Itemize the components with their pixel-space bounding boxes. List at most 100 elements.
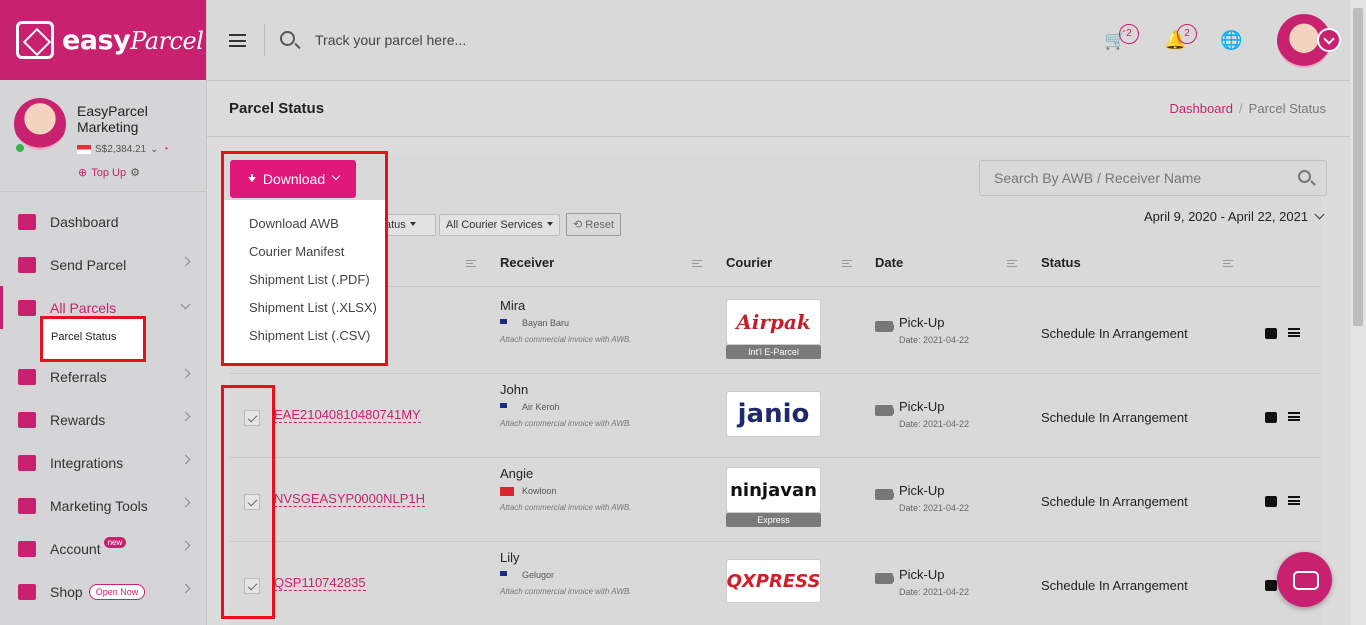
sidebar-item-shop[interactable]: Shop Open Now (0, 570, 207, 613)
menu-icon[interactable] (1288, 328, 1300, 337)
divider (264, 24, 265, 56)
gift-icon (18, 411, 36, 428)
sort-icon[interactable] (692, 260, 702, 267)
breadcrumb-dashboard[interactable]: Dashboard (1169, 101, 1233, 116)
pickup-date: Date: 2021-04-22 (899, 335, 970, 345)
receiver-name: John (500, 382, 529, 397)
sidebar: easyParcel EasyParcel Marketing S$2,384.… (0, 0, 207, 625)
refresh-icon: ⟲ (573, 219, 583, 231)
table-divider (230, 286, 1321, 287)
menu-icon[interactable] (1288, 412, 1300, 421)
receiver-name: Angie (500, 466, 534, 481)
print-icon[interactable] (1265, 412, 1277, 423)
menu-item-courier-manifest[interactable]: Courier Manifest (231, 238, 381, 266)
column-header-date[interactable]: Date (875, 255, 903, 270)
caret-down-icon (409, 222, 416, 226)
chevron-right-icon (180, 454, 191, 465)
chevron-down-icon (180, 299, 191, 310)
menu-icon[interactable] (1288, 496, 1300, 505)
user-icon (18, 540, 36, 557)
chevron-right-icon (180, 256, 191, 267)
chevron-right-icon (180, 583, 191, 594)
sort-icon[interactable] (1223, 260, 1233, 267)
sidebar-item-dashboard[interactable]: Dashboard (0, 200, 207, 243)
top-bar: 🛒 2 🔔 2 🌐 (207, 0, 1350, 81)
awb-link[interactable]: NVSGEASYP0000NLP1H (274, 492, 426, 507)
status-text: Schedule In Arrangement (1041, 326, 1188, 341)
receiver-city: Gelugor (522, 570, 555, 580)
receiver-city: Bayan Baru (522, 318, 570, 328)
receiver-name: Mira (500, 298, 526, 313)
breadcrumb: Dashboard / Parcel Status (1169, 101, 1326, 116)
sidebar-item-marketing-tools[interactable]: Marketing Tools (0, 484, 207, 527)
sidebar-item-rewards[interactable]: Rewards (0, 398, 207, 441)
truck-icon (18, 256, 36, 273)
sidebar-item-integrations[interactable]: Integrations (0, 441, 207, 484)
print-icon[interactable] (1265, 580, 1277, 591)
notification-count-badge: 2 (1177, 24, 1197, 44)
truck-icon (875, 321, 894, 332)
gear-icon[interactable]: ⚙ (130, 166, 140, 179)
track-parcel-input[interactable] (315, 30, 595, 50)
courier-logo-ninjavan: ninjavan (726, 467, 821, 513)
globe-icon[interactable]: 🌐 (1220, 30, 1242, 51)
chat-icon[interactable] (1277, 552, 1332, 607)
table-row: Mira Bayan Baru Attach commercial invoic… (230, 290, 1321, 374)
scrollbar[interactable] (1350, 0, 1366, 625)
search-icon (280, 31, 295, 46)
table-row: QSP110742835 Lily Gelugor Attach commerc… (230, 542, 1321, 625)
brand-logo[interactable]: easyParcel (0, 0, 206, 80)
print-icon[interactable] (1265, 328, 1277, 339)
refresh-icon[interactable]: ◔ (163, 144, 169, 155)
menu-item-shipment-list-xlsx[interactable]: Shipment List (.XLSX) (231, 294, 381, 322)
sidebar-subitem-parcel-status[interactable]: Parcel Status (40, 316, 146, 362)
menu-item-download-awb[interactable]: Download AWB (231, 210, 381, 238)
sort-icon[interactable] (466, 260, 476, 267)
status-text: Schedule In Arrangement (1041, 494, 1188, 509)
megaphone-icon (18, 497, 36, 514)
sort-icon[interactable] (1007, 260, 1017, 267)
download-button[interactable]: Download (230, 160, 356, 198)
plus-circle-icon: ⊕ (78, 167, 88, 179)
wallet-balance[interactable]: S$2,384.21 ⌄ ◔ (77, 144, 169, 155)
column-header-receiver[interactable]: Receiver (500, 255, 554, 270)
column-header-status[interactable]: Status (1041, 255, 1081, 270)
awb-link[interactable]: EAE21040810480741MY (274, 408, 421, 423)
top-up-link[interactable]: ⊕ Top Up ⚙ (78, 166, 140, 180)
status-text: Schedule In Arrangement (1041, 578, 1188, 593)
date-range-picker[interactable]: April 9, 2020 - April 22, 2021 (1144, 209, 1325, 224)
chevron-down-icon (331, 171, 341, 181)
status-text: Schedule In Arrangement (1041, 410, 1188, 425)
search-icon[interactable] (1298, 170, 1311, 183)
sidebar-item-send-parcel[interactable]: Send Parcel (0, 243, 207, 286)
avatar-dropdown-icon[interactable] (1317, 28, 1341, 52)
status-filter[interactable]: atus (380, 214, 436, 236)
box-icon (16, 21, 54, 59)
awb-link[interactable]: QSP110742835 (274, 576, 366, 591)
chevron-right-icon (180, 497, 191, 508)
print-icon[interactable] (1265, 496, 1277, 507)
sidebar-item-account[interactable]: Account new (0, 527, 207, 570)
courier-logo-airpak: Airpak (726, 299, 821, 345)
courier-filter[interactable]: All Courier Services (439, 214, 560, 236)
menu-icon[interactable] (229, 34, 246, 47)
column-header-courier[interactable]: Courier (726, 255, 772, 270)
scrollbar-thumb[interactable] (1353, 8, 1363, 326)
dashboard-icon (18, 213, 36, 230)
users-plus-icon (18, 368, 36, 385)
avatar[interactable] (14, 98, 66, 150)
pickup-label: Pick-Up (899, 483, 945, 498)
menu-item-shipment-list-pdf[interactable]: Shipment List (.PDF) (231, 266, 381, 294)
brand-text: easyParcel (62, 24, 204, 56)
courier-service-tag: Express (726, 513, 821, 527)
online-indicator (16, 144, 24, 152)
menu-item-shipment-list-csv[interactable]: Shipment List (.CSV) (231, 322, 381, 350)
awb-search-input[interactable] (979, 160, 1327, 196)
sort-icon[interactable] (842, 260, 852, 267)
profile-name: EasyParcel Marketing (77, 103, 148, 135)
receiver-note: Attach commercial invoice with AWB. (500, 335, 632, 344)
page-title: Parcel Status (229, 100, 325, 117)
courier-logo-qxpress: QXPRESS (726, 559, 821, 603)
reset-button[interactable]: ⟲ Reset (566, 213, 622, 236)
download-dropdown: Download Download AWB Courier Manifest S… (221, 151, 388, 366)
